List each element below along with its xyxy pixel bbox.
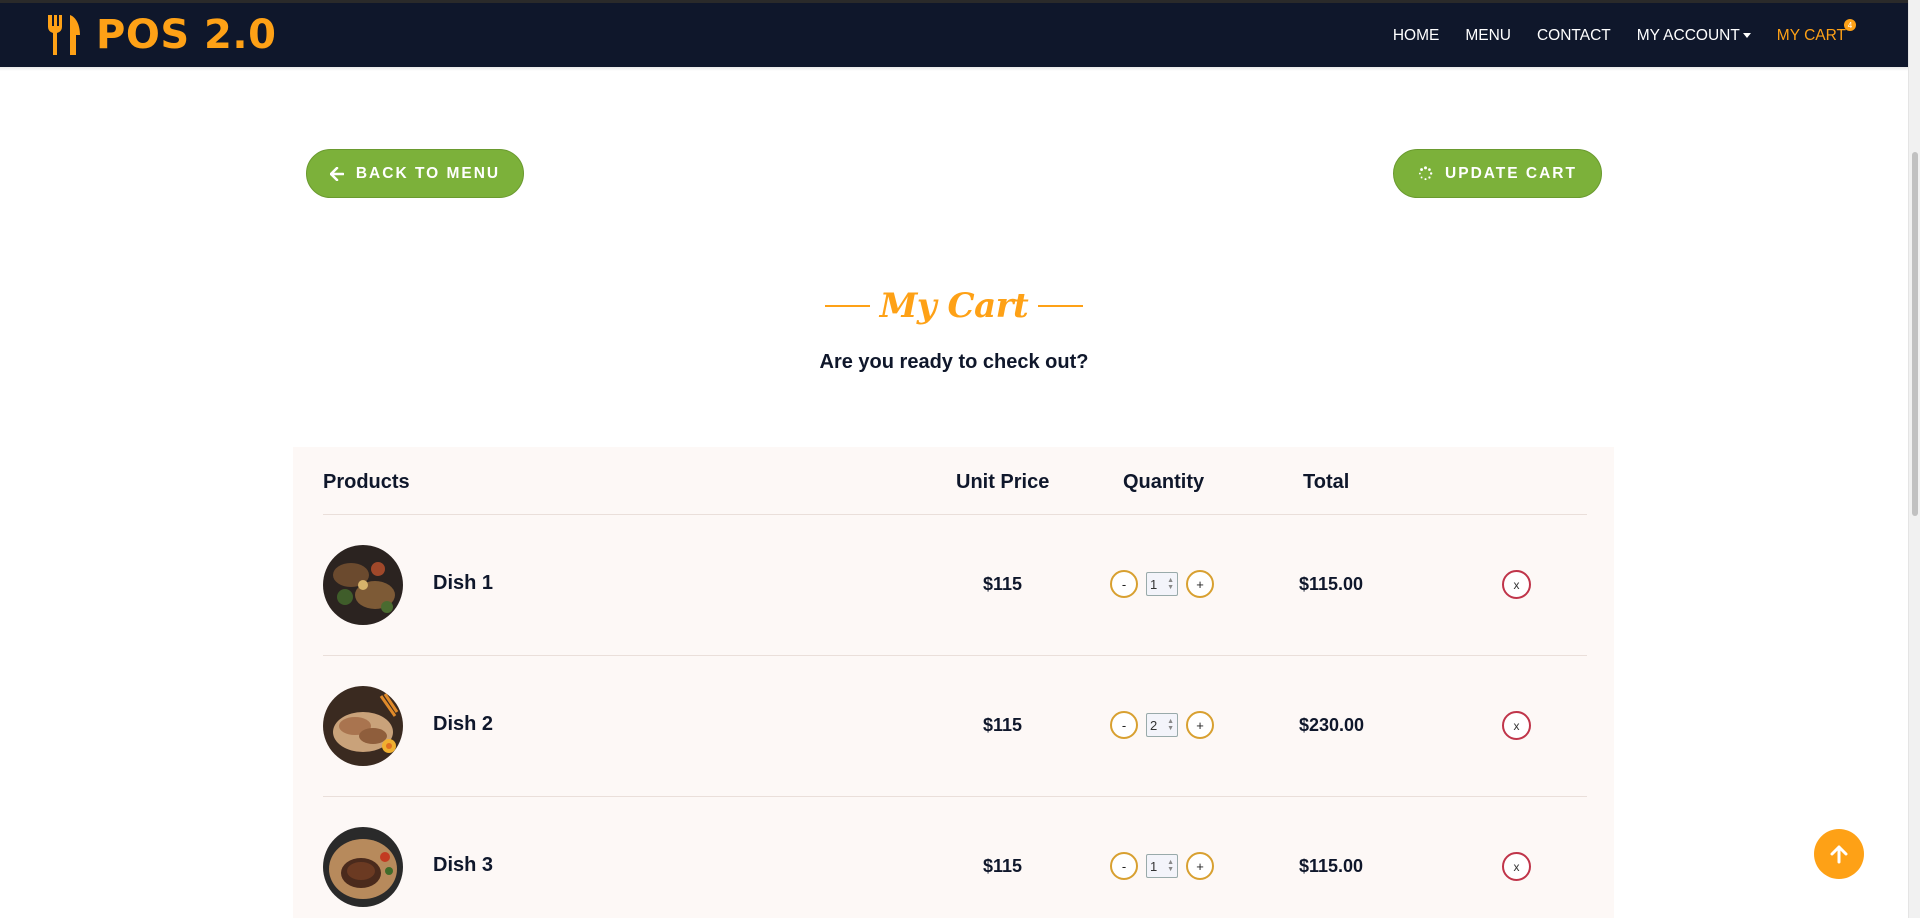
cart-subtitle: Are you ready to check out? [819, 351, 1089, 373]
title-line-right [1038, 305, 1084, 307]
spinner-icon [1418, 166, 1433, 181]
quantity-stepper: - 2 ▲ ▼ + [1110, 711, 1214, 739]
unit-price: $115 [983, 715, 1023, 735]
cart-count-badge: 4 [1844, 19, 1856, 31]
nav-my-account-label: MY ACCOUNT [1636, 27, 1740, 44]
arrow-left-icon [329, 166, 344, 181]
quantity-value: 2 [1150, 717, 1158, 733]
page: POS 2.0 HOME MENU CONTACT MY ACCOUNT MY … [0, 0, 1920, 918]
increase-quantity-button[interactable]: + [1186, 711, 1214, 739]
cart-row: Dish 2 $115 - 2 ▲ ▼ + $230.00 x [323, 656, 1587, 797]
remove-item-button[interactable]: x [1502, 570, 1531, 599]
brand-logo[interactable]: POS 2.0 [46, 12, 276, 58]
cart-title: My Cart [0, 286, 1908, 326]
nav-menu[interactable]: MENU [1465, 27, 1511, 45]
remove-item-button[interactable]: x [1502, 711, 1531, 740]
dish-name[interactable]: Dish 1 [433, 572, 493, 595]
nav-home[interactable]: HOME [1393, 27, 1440, 45]
cart-table-header: Products Unit Price Quantity Total [323, 447, 1587, 515]
unit-price: $115 [983, 574, 1023, 594]
header-quantity: Quantity [1123, 471, 1205, 493]
update-cart-button[interactable]: UPDATE CART [1393, 149, 1602, 198]
back-to-menu-button[interactable]: BACK TO MENU [306, 149, 524, 198]
decrease-quantity-button[interactable]: - [1110, 852, 1138, 880]
dish-image [323, 686, 403, 766]
quantity-input[interactable]: 1 ▲ ▼ [1146, 572, 1178, 596]
quantity-value: 1 [1150, 576, 1158, 592]
dish-image [323, 827, 403, 907]
dish-name[interactable]: Dish 2 [433, 713, 493, 736]
back-to-menu-label: BACK TO MENU [355, 164, 501, 182]
scrollbar-thumb[interactable] [1912, 152, 1918, 516]
header-unit-price: Unit Price [956, 471, 1050, 493]
quantity-stepper: - 1 ▲ ▼ + [1110, 852, 1214, 880]
decrease-quantity-button[interactable]: - [1110, 570, 1138, 598]
cart-row: Dish 1 $115 - 1 ▲ ▼ + $115.00 x [323, 515, 1587, 656]
quantity-stepper: - 1 ▲ ▼ + [1110, 570, 1214, 598]
spinner-arrows-icon[interactable]: ▲ ▼ [1167, 718, 1174, 732]
nav-my-account[interactable]: MY ACCOUNT [1637, 27, 1751, 45]
utensils-icon [47, 15, 80, 55]
line-total: $115.00 [1299, 856, 1364, 876]
back-to-top-button[interactable] [1814, 829, 1864, 879]
line-total: $115.00 [1299, 574, 1364, 594]
dish-image [323, 545, 403, 625]
quantity-input[interactable]: 2 ▲ ▼ [1146, 713, 1178, 737]
update-cart-label: UPDATE CART [1445, 164, 1577, 182]
brand-name: POS 2.0 [96, 12, 277, 58]
top-navbar: POS 2.0 HOME MENU CONTACT MY ACCOUNT MY … [0, 0, 1908, 67]
header-products: Products [323, 471, 410, 493]
line-total: $230.00 [1299, 715, 1365, 735]
remove-item-button[interactable]: x [1502, 852, 1531, 881]
chevron-down-icon [1742, 33, 1751, 39]
increase-quantity-button[interactable]: + [1186, 852, 1214, 880]
unit-price: $115 [983, 856, 1023, 876]
spinner-arrows-icon[interactable]: ▲ ▼ [1167, 859, 1174, 873]
title-line-left [824, 305, 870, 307]
dish-name[interactable]: Dish 3 [433, 854, 493, 877]
arrow-up-icon [1830, 845, 1848, 864]
cart-row: Dish 3 $115 - 1 ▲ ▼ + $115.00 x [323, 797, 1587, 918]
quantity-value: 1 [1150, 858, 1158, 874]
nav-contact[interactable]: CONTACT [1537, 27, 1611, 45]
spinner-arrows-icon[interactable]: ▲ ▼ [1167, 577, 1174, 591]
main-nav: HOME MENU CONTACT MY ACCOUNT MY CART 4 [1367, 19, 1856, 45]
increase-quantity-button[interactable]: + [1186, 570, 1214, 598]
nav-my-cart-label: MY CART [1776, 27, 1846, 44]
page-scrollbar[interactable] [1908, 0, 1920, 918]
cart-title-text: My Cart [879, 286, 1029, 326]
nav-my-cart[interactable]: MY CART 4 [1776, 19, 1856, 45]
decrease-quantity-button[interactable]: - [1110, 711, 1138, 739]
header-total: Total [1303, 471, 1350, 493]
header-shadow [0, 67, 1908, 71]
cart-table: Products Unit Price Quantity Total Dish … [293, 447, 1614, 918]
quantity-input[interactable]: 1 ▲ ▼ [1146, 854, 1178, 878]
